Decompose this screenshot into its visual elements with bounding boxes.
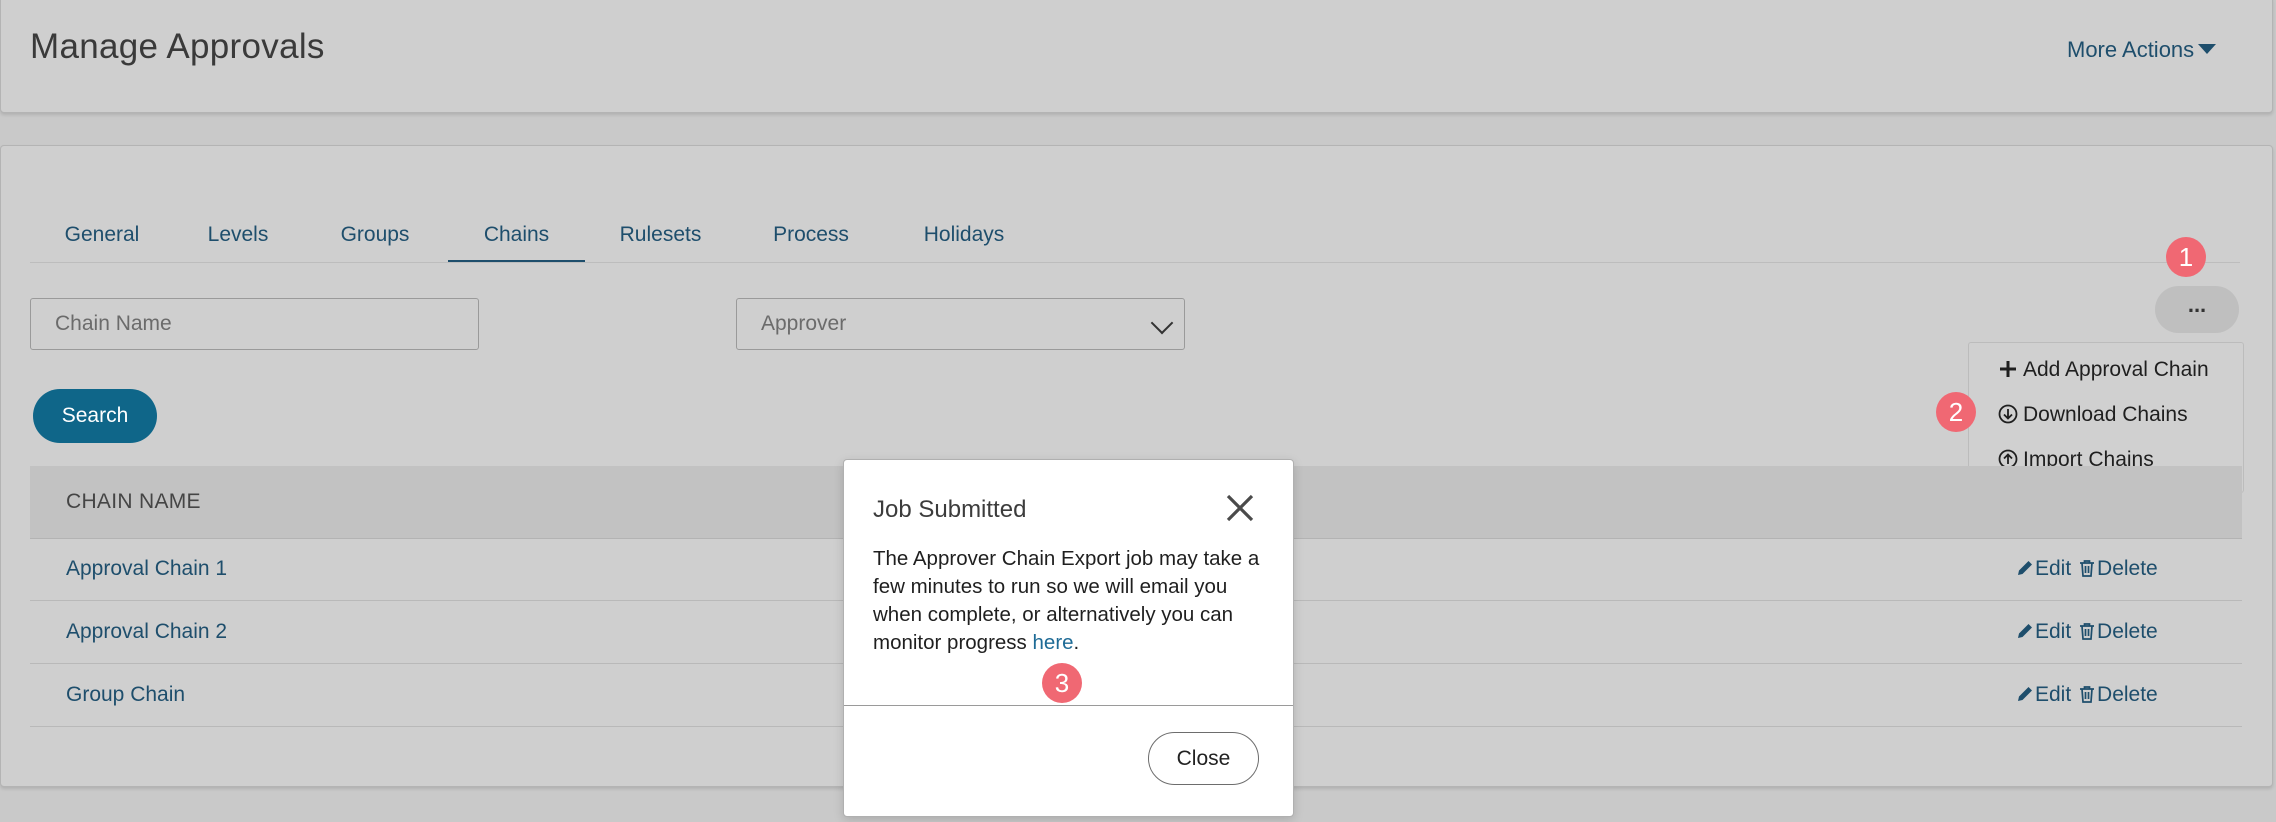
pencil-icon xyxy=(2018,687,2032,701)
job-submitted-dialog: Job Submitted The Approver Chain Export … xyxy=(843,459,1294,817)
column-header-chain-name: CHAIN NAME xyxy=(66,490,201,513)
tab-levels[interactable]: Levels xyxy=(174,210,302,260)
edit-label: Edit xyxy=(2035,683,2072,706)
trash-icon xyxy=(2080,560,2095,577)
more-options-button[interactable]: ... xyxy=(2155,286,2239,333)
page-header: Manage Approvals More Actions xyxy=(0,0,2273,113)
delete-label: Delete xyxy=(2097,620,2158,643)
tab-rulesets[interactable]: Rulesets xyxy=(585,210,736,260)
menu-item-label: Download Chains xyxy=(2023,403,2188,426)
tab-groups[interactable]: Groups xyxy=(302,210,448,260)
chain-name-link[interactable]: Approval Chain 1 xyxy=(66,538,227,600)
delete-button[interactable]: Delete xyxy=(2077,683,2158,706)
delete-label: Delete xyxy=(2097,683,2158,706)
delete-label: Delete xyxy=(2097,557,2158,580)
close-icon[interactable] xyxy=(1225,493,1255,523)
trash-icon xyxy=(2080,623,2095,640)
tab-general[interactable]: General xyxy=(30,210,174,260)
monitor-progress-link[interactable]: here xyxy=(1033,631,1074,654)
tab-holidays[interactable]: Holidays xyxy=(886,210,1042,260)
dialog-message: The Approver Chain Export job may take a… xyxy=(873,545,1273,657)
edit-label: Edit xyxy=(2035,557,2072,580)
more-actions-label: More Actions xyxy=(2067,37,2195,62)
edit-button[interactable]: Edit xyxy=(2015,683,2071,706)
row-actions: Edit Delete xyxy=(2015,601,2158,663)
plus-icon xyxy=(2000,361,2016,377)
pencil-icon xyxy=(2018,561,2032,575)
approver-select[interactable]: Approver xyxy=(736,298,1185,350)
edit-button[interactable]: Edit xyxy=(2015,620,2071,643)
dialog-divider xyxy=(844,705,1293,706)
dialog-title: Job Submitted xyxy=(873,496,1027,523)
tab-process[interactable]: Process xyxy=(736,210,886,260)
approver-select-label: Approver xyxy=(761,312,847,335)
menu-item-add-approval-chain[interactable]: Add Approval Chain xyxy=(1998,354,2209,386)
annotation-badge: 3 xyxy=(1042,663,1082,703)
chain-name-link[interactable]: Approval Chain 2 xyxy=(66,601,227,663)
chain-name-link[interactable]: Group Chain xyxy=(66,664,185,726)
row-actions: Edit Delete xyxy=(2015,538,2158,600)
pencil-icon xyxy=(2018,624,2032,638)
menu-item-label: Add Approval Chain xyxy=(2023,358,2209,381)
chevron-down-icon xyxy=(1150,311,1174,335)
annotation-badge: 1 xyxy=(2166,237,2206,277)
chain-name-input[interactable]: Chain Name xyxy=(30,298,479,350)
menu-item-download-chains[interactable]: Download Chains xyxy=(1998,399,2188,431)
delete-button[interactable]: Delete xyxy=(2077,620,2158,643)
edit-button[interactable]: Edit xyxy=(2015,557,2071,580)
close-button[interactable]: Close xyxy=(1148,732,1259,785)
trash-icon xyxy=(2080,686,2095,703)
tab-chains[interactable]: Chains xyxy=(448,210,585,262)
search-button[interactable]: Search xyxy=(33,389,157,443)
edit-label: Edit xyxy=(2035,620,2072,643)
dialog-message-suffix: . xyxy=(1073,631,1080,654)
delete-button[interactable]: Delete xyxy=(2077,557,2158,580)
more-actions-button[interactable]: More Actions xyxy=(2067,37,2217,63)
annotation-badge: 2 xyxy=(1936,392,1976,432)
row-actions: Edit Delete xyxy=(2015,664,2158,726)
page-title: Manage Approvals xyxy=(30,27,325,66)
tab-bar: General Levels Groups Chains Rulesets Pr… xyxy=(30,210,2240,263)
circle-arrow-down-icon xyxy=(1998,404,2018,424)
caret-down-icon xyxy=(2198,44,2217,54)
